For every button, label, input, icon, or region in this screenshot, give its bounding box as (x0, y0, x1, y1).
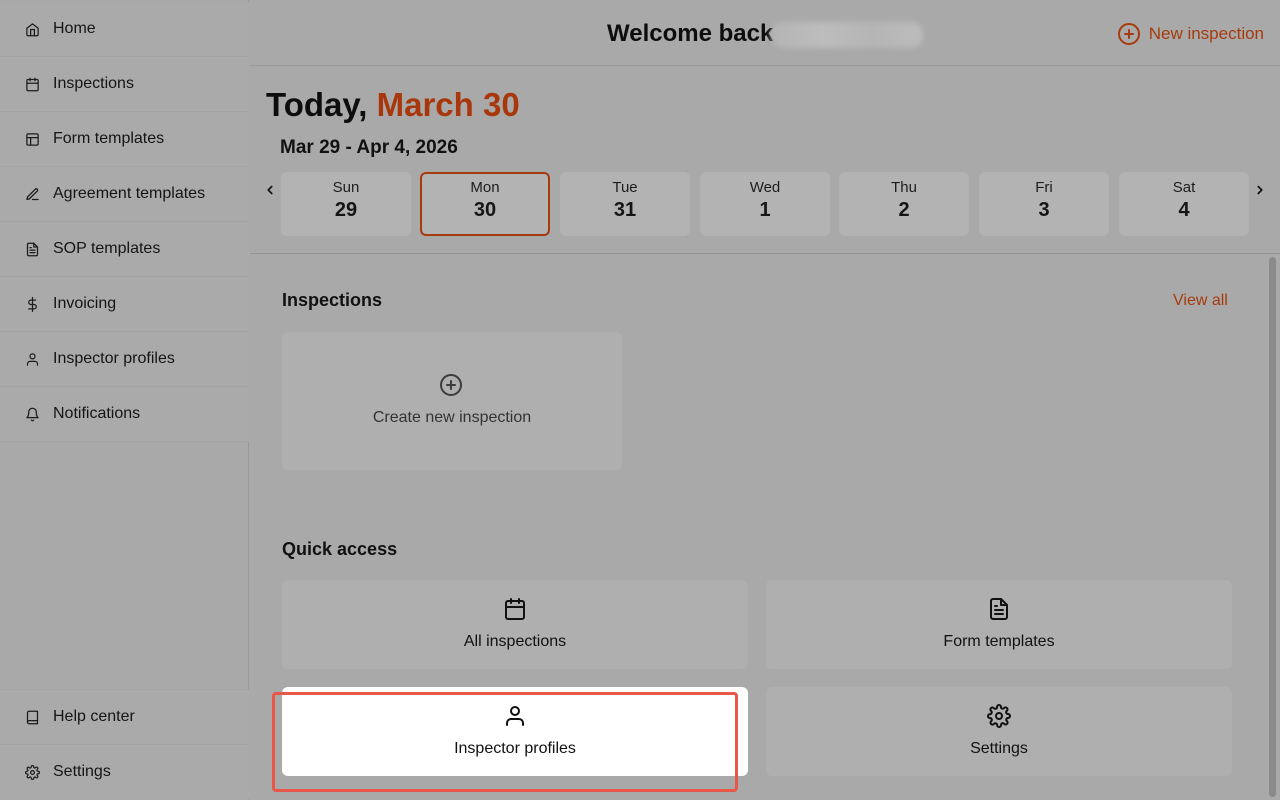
chevron-right-icon[interactable] (1253, 182, 1267, 198)
file-text-icon (24, 241, 40, 257)
day-sun[interactable]: Sun 29 (281, 172, 411, 236)
quick-access-label: Inspector profiles (454, 740, 576, 757)
new-inspection-button[interactable]: New inspection (1117, 22, 1264, 46)
dollar-sign-icon (24, 296, 40, 312)
user-icon (24, 351, 40, 367)
day-tue[interactable]: Tue 31 (560, 172, 690, 236)
today-date: March 30 (376, 86, 520, 123)
day-number: 3 (1038, 199, 1050, 221)
sidebar-item-label: Agreement templates (53, 185, 206, 202)
quick-access-form-templates[interactable]: Form templates (766, 580, 1232, 669)
day-thu[interactable]: Thu 2 (839, 172, 969, 236)
sidebar-item-inspector-profiles[interactable]: Inspector profiles (0, 332, 249, 387)
sidebar-item-sop-templates[interactable]: SOP templates (0, 222, 249, 277)
sidebar-item-label: Notifications (53, 405, 141, 422)
day-number: 4 (1178, 199, 1190, 221)
day-name: Sun (332, 179, 360, 196)
blurred-user-name (771, 22, 923, 48)
quick-access-label: All inspections (463, 633, 567, 650)
day-number: 2 (898, 199, 910, 221)
page-title: Today, March 30 (266, 86, 520, 124)
calendar-icon (24, 76, 40, 92)
quick-access-settings[interactable]: Settings (766, 687, 1232, 776)
quick-access-label: Settings (970, 740, 1028, 757)
day-name: Tue (612, 179, 638, 196)
day-sat[interactable]: Sat 4 (1119, 172, 1249, 236)
day-name: Sat (1172, 179, 1196, 196)
calendar-icon (505, 598, 525, 620)
sidebar-nav: Home Inspections Form templates Agreemen… (0, 2, 249, 442)
plus-circle-icon (1117, 23, 1140, 45)
sidebar-item-label: Invoicing (53, 295, 117, 312)
day-number: 31 (613, 199, 637, 221)
day-wed[interactable]: Wed 1 (700, 172, 830, 236)
section-divider (250, 253, 1280, 254)
day-name: Wed (749, 179, 781, 196)
gear-icon (24, 764, 40, 780)
create-inspection-card[interactable]: Create new inspection (282, 332, 622, 470)
quick-access-heading: Quick access (282, 539, 398, 559)
day-number: 30 (473, 199, 497, 221)
sidebar-item-label: Home (53, 20, 96, 37)
quick-access-all-inspections[interactable]: All inspections (282, 580, 748, 669)
file-text-icon (990, 598, 1008, 620)
day-mon[interactable]: Mon 30 (420, 172, 550, 236)
week-range: Mar 29 - Apr 4, 2026 (280, 137, 458, 158)
day-number: 1 (759, 199, 771, 221)
sidebar-bottom-nav: Help center Settings (0, 689, 249, 799)
day-name: Mon (470, 179, 500, 196)
day-number: 29 (334, 199, 358, 221)
sidebar-item-home[interactable]: Home (0, 2, 249, 57)
book-icon (24, 709, 40, 725)
day-fri[interactable]: Fri 3 (979, 172, 1109, 236)
today-prefix: Today, (266, 86, 377, 123)
bell-icon (24, 406, 40, 422)
top-header: Welcome back New inspection (250, 0, 1280, 66)
quick-access-inspector-profiles[interactable]: Inspector profiles (282, 687, 748, 776)
user-icon (506, 706, 524, 726)
new-inspection-label: New inspection (1148, 24, 1264, 43)
chevron-left-icon[interactable] (263, 182, 277, 198)
layout-template-icon (24, 131, 40, 147)
home-icon (24, 21, 40, 37)
sidebar-item-inspections[interactable]: Inspections (0, 57, 249, 112)
sidebar-item-settings[interactable]: Settings (0, 744, 249, 799)
sidebar-item-invoicing[interactable]: Invoicing (0, 277, 249, 332)
gear-icon (987, 704, 1011, 728)
sidebar: Home Inspections Form templates Agreemen… (0, 0, 249, 800)
sidebar-item-label: Form templates (53, 130, 165, 147)
plus-circle-icon (440, 374, 462, 396)
sidebar-item-label: Inspector profiles (53, 350, 175, 367)
sidebar-item-label: Settings (53, 763, 111, 780)
welcome-title: Welcome back (607, 20, 774, 47)
sidebar-item-label: Help center (53, 708, 135, 725)
inspections-heading: Inspections (282, 290, 383, 310)
sidebar-item-notifications[interactable]: Notifications (0, 387, 249, 442)
sidebar-item-help-center[interactable]: Help center (0, 689, 249, 744)
day-name: Thu (891, 179, 917, 196)
create-inspection-label: Create new inspection (372, 409, 532, 426)
quick-access-label: Form templates (943, 633, 1055, 650)
view-all-link[interactable]: View all (1173, 292, 1228, 310)
signature-icon (24, 186, 40, 202)
sidebar-item-form-templates[interactable]: Form templates (0, 112, 249, 167)
sidebar-item-label: SOP templates (53, 240, 161, 257)
day-name: Fri (1035, 179, 1053, 196)
sidebar-item-agreement-templates[interactable]: Agreement templates (0, 167, 249, 222)
scrollbar-thumb[interactable] (1269, 257, 1276, 797)
sidebar-item-label: Inspections (53, 75, 134, 92)
